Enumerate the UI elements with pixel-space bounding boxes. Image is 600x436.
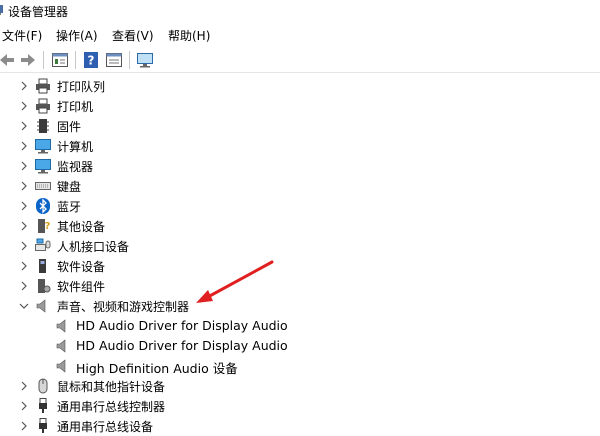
- annotation-arrow: [196, 260, 274, 303]
